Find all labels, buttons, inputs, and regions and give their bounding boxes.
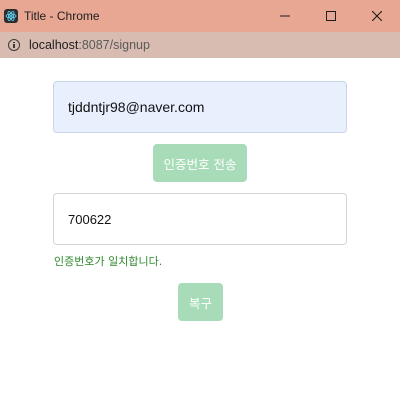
maximize-icon [326,11,336,21]
maximize-button[interactable] [308,0,354,32]
info-icon[interactable] [8,39,20,51]
url-host: localhost [29,38,79,52]
close-button[interactable] [354,0,400,32]
minimize-icon [280,15,290,17]
react-atom-icon [4,9,18,23]
window-controls [262,0,400,32]
url-path: :8087/signup [78,38,150,52]
url-text[interactable]: localhost:8087/signup [29,38,150,52]
send-code-button[interactable]: 인증번호 전송 [153,144,247,182]
email-field[interactable] [53,81,347,133]
address-bar[interactable]: localhost:8087/signup [0,32,400,58]
recover-button[interactable]: 복구 [178,283,223,321]
browser-window: Title - Chrome localhost:8087/signup tjd… [0,0,400,400]
title-bar[interactable]: Title - Chrome [0,0,400,32]
window-title: Title - Chrome [24,9,100,23]
minimize-button[interactable] [262,0,308,32]
code-match-message: 인증번호가 일치합니다. [54,255,163,268]
verification-code-field[interactable] [53,193,347,245]
signup-page: 인증번호 전송 인증번호가 일치합니다. 복구 [0,58,400,400]
close-icon [372,11,382,21]
